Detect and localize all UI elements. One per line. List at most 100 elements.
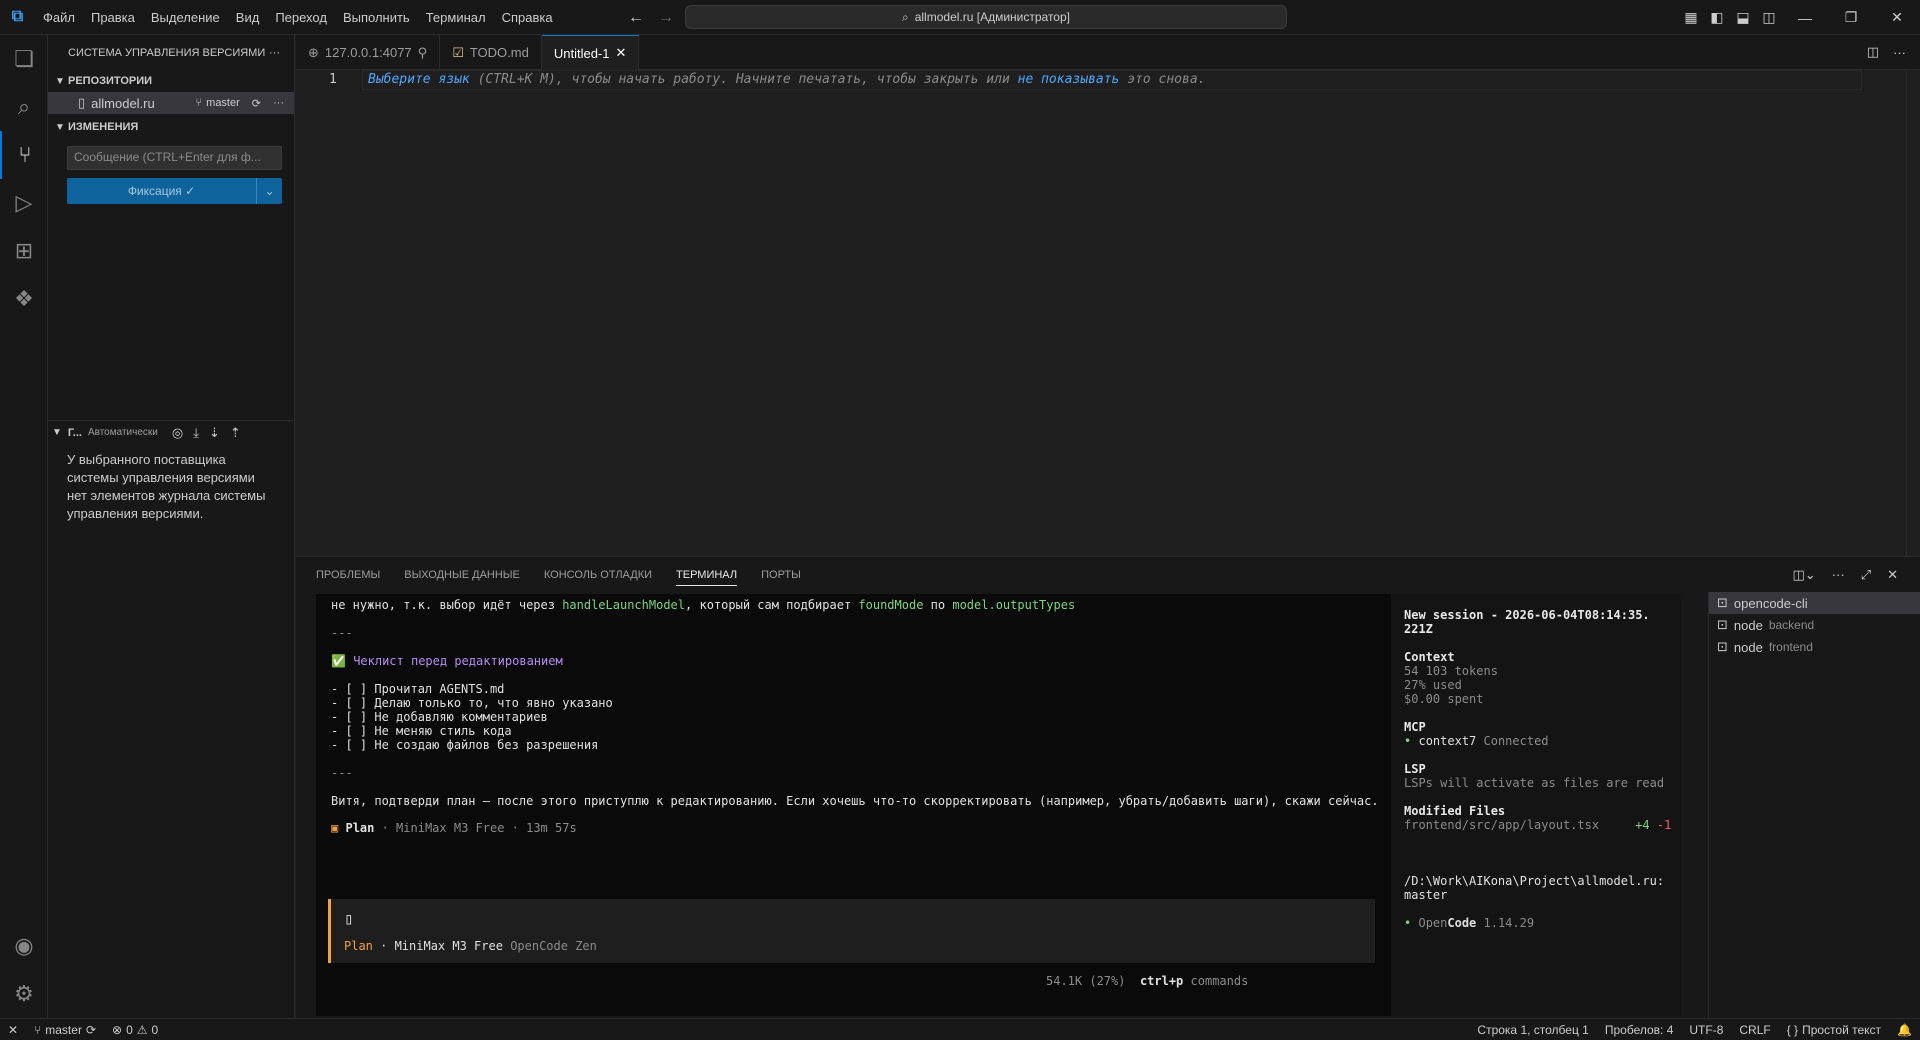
maximize-panel-icon[interactable]: ⤢ (1861, 567, 1871, 583)
back-arrow-icon[interactable]: ← (628, 9, 644, 27)
commit-message-input[interactable]: Сообщение (CTRL+Enter для ф... (67, 146, 282, 170)
tab-todo[interactable]: ☑ TODO.md (440, 35, 542, 70)
braces-icon: { } (1786, 1022, 1799, 1037)
repository-item[interactable]: ▯ allmodel.ru ⑂ master ⟳ ··· (48, 92, 294, 114)
menu-help[interactable]: Справка (494, 0, 561, 35)
repo-branch[interactable]: master (206, 97, 240, 109)
checklist-heading: ✅ Чеклист перед редактированием (331, 654, 563, 668)
status-problems[interactable]: ⊗ 0 ⚠ 0 (104, 1023, 166, 1037)
close-window-icon[interactable]: ✕ (1874, 9, 1920, 26)
notifications-bell-icon[interactable]: 🔔 (1889, 1023, 1920, 1037)
menu-selection[interactable]: Выделение (143, 0, 228, 35)
tab-terminal[interactable]: ТЕРМИНАЛ (676, 564, 738, 586)
split-terminal-icon[interactable]: ◫⌄ (1793, 567, 1816, 583)
project-path: /D:\Work\AIKona\Project\allmodel.ru: (1404, 874, 1665, 888)
confirm-question: Витя, подтверди план — после этого прист… (331, 794, 1379, 808)
status-position[interactable]: Строка 1, столбец 1 (1469, 1023, 1596, 1037)
command-center-search[interactable]: ⌕ allmodel.ru [Администратор] (685, 5, 1287, 29)
commit-button[interactable]: Фиксация ✓ ⌄ (67, 178, 282, 204)
menu-run[interactable]: Выполнить (335, 0, 418, 35)
status-encoding[interactable]: UTF-8 (1681, 1023, 1731, 1037)
pull-icon[interactable]: ⇣ (209, 425, 220, 441)
menu-view[interactable]: Вид (228, 0, 268, 35)
dont-show-link[interactable]: не показывать (1018, 72, 1120, 87)
checklist-item: - [ ] Не меняю стиль кода (331, 724, 512, 738)
mcp-item: • context7 Connected (1404, 734, 1549, 748)
status-bar: ✕ ⑂ master ⟳ ⊗ 0 ⚠ 0 Строка 1, столбец 1 Проб… (0, 1018, 1920, 1040)
status-branch[interactable]: ⑂ master ⟳ (26, 1023, 104, 1037)
status-language[interactable]: { } Простой текст (1779, 1023, 1889, 1037)
graph-section-header[interactable]: ▼ Г... Автоматически ◎ ⤓ ⇣ ⇡ (48, 420, 295, 444)
tab-output[interactable]: ВЫХОДНЫЕ ДАННЫЕ (404, 569, 520, 581)
terminal-item-opencode[interactable]: ⊡ opencode-cli (1709, 592, 1920, 614)
terminal-item-frontend[interactable]: ⊡ node frontend (1709, 636, 1920, 658)
restore-icon[interactable]: ❐ (1828, 9, 1874, 26)
editor-area[interactable]: 1 Выберите язык (CTRL+K M), чтобы начать… (296, 70, 1920, 556)
status-spaces[interactable]: Пробелов: 4 (1597, 1023, 1682, 1037)
pin-icon[interactable]: ⚲ (418, 45, 428, 61)
commit-dropdown-chevron-icon[interactable]: ⌄ (256, 178, 282, 204)
tab-untitled[interactable]: Untitled-1 ✕ (541, 35, 640, 70)
prompt-input[interactable]: ▯ Plan · MiniMax M3 Free OpenCode Zen (328, 899, 1375, 963)
forward-arrow-icon[interactable]: → (658, 9, 674, 27)
menu-edit[interactable]: Правка (83, 0, 143, 35)
checklist-item: - [ ] Не добавляю комментариев (331, 710, 548, 724)
toggle-sidebar-icon[interactable]: ◧ (1704, 9, 1730, 26)
checklist-item: - [ ] Не создаю файлов без разрешения (331, 738, 599, 752)
menu-go[interactable]: Переход (267, 0, 335, 35)
search-view-icon[interactable]: ⌕ (0, 83, 48, 131)
target-icon[interactable]: ◎ (172, 425, 183, 441)
repositories-section-header[interactable]: ▼ РЕПОЗИТОРИИ (48, 70, 294, 92)
graph-empty-message: У выбранного поставщика системы управлен… (67, 452, 266, 521)
run-debug-icon[interactable]: ▷ (0, 179, 48, 227)
minimize-icon[interactable]: — (1782, 10, 1828, 26)
customize-layout-icon[interactable]: ▦ (1678, 9, 1704, 26)
panel-more-icon[interactable]: ··· (1832, 567, 1845, 583)
tab-debug-console[interactable]: КОНСОЛЬ ОТЛАДКИ (544, 569, 652, 581)
tab-ports[interactable]: ПОРТЫ (761, 569, 801, 581)
source-control-icon[interactable]: ⑂ (0, 131, 48, 179)
remote-icon: ✕ (8, 1022, 19, 1037)
modified-heading: Modified Files (1404, 804, 1506, 818)
close-tab-icon[interactable]: ✕ (615, 45, 626, 61)
push-icon[interactable]: ⇡ (230, 425, 241, 441)
extensions-icon[interactable]: ⊞ (0, 227, 48, 275)
toggle-secondary-sidebar-icon[interactable]: ◫ (1756, 9, 1782, 26)
remote-indicator[interactable]: ✕ (0, 1023, 26, 1037)
editor-tab-bar: ⊕ 127.0.0.1:4077 ⚲ ☑ TODO.md Untitled-1 … (296, 35, 1920, 70)
hint-text: (CTRL+K M), чтобы начать работу. Начните… (469, 72, 1018, 87)
usage-line: 54.1K (27%) ctrl+p commands (1046, 974, 1249, 988)
settings-gear-icon[interactable]: ⚙ (0, 970, 48, 1018)
editor-more-icon[interactable]: ··· (1893, 45, 1906, 60)
more-actions-icon[interactable]: ··· (269, 47, 280, 59)
tab-problems[interactable]: ПРОБЛЕМЫ (316, 569, 380, 581)
sync-icon[interactable]: ⟳ (252, 97, 261, 110)
account-icon[interactable]: ◉ (0, 922, 48, 970)
session-title-cont: 221Z (1404, 622, 1433, 636)
commit-button-label: Фиксация ✓ (127, 184, 196, 198)
terminal-output[interactable]: не нужно, т.к. выбор идёт через handleLa… (316, 594, 1391, 1016)
status-eol[interactable]: CRLF (1731, 1023, 1778, 1037)
python-icon[interactable]: ❖ (0, 275, 48, 323)
graph-auto-label[interactable]: Автоматически (88, 427, 158, 438)
editor-scrollbar[interactable] (1906, 70, 1920, 556)
source-control-sidebar: СИСТЕМА УПРАВЛЕНИЯ ВЕРСИЯМИ ··· ▼ РЕПОЗИ… (48, 35, 295, 1018)
tab-localhost[interactable]: ⊕ 127.0.0.1:4077 ⚲ (296, 35, 441, 70)
branch-icon: ⑂ (195, 97, 203, 109)
explorer-icon[interactable]: ❏ (0, 35, 48, 83)
toggle-panel-icon[interactable]: ⬓ (1730, 9, 1756, 26)
select-language-link[interactable]: Выберите язык (368, 72, 470, 87)
chevron-down-icon: ▼ (52, 427, 62, 438)
session-sidebar: New session - 2026-06-04T08:14:35. 221Z … (1391, 594, 1681, 1016)
terminal-icon: ⊡ (1717, 639, 1728, 654)
menu-file[interactable]: Файл (35, 0, 83, 35)
fetch-icon[interactable]: ⤓ (193, 425, 199, 441)
menu-terminal[interactable]: Терминал (418, 0, 494, 35)
repo-more-icon[interactable]: ··· (273, 97, 284, 109)
split-editor-icon[interactable]: ◫ (1867, 44, 1879, 60)
repo-name: allmodel.ru (91, 95, 155, 111)
close-panel-icon[interactable]: ✕ (1887, 567, 1898, 583)
separator: --- (331, 766, 353, 780)
terminal-item-backend[interactable]: ⊡ node backend (1709, 614, 1920, 636)
changes-section-header[interactable]: ▼ ИЗМЕНЕНИЯ (48, 116, 294, 138)
